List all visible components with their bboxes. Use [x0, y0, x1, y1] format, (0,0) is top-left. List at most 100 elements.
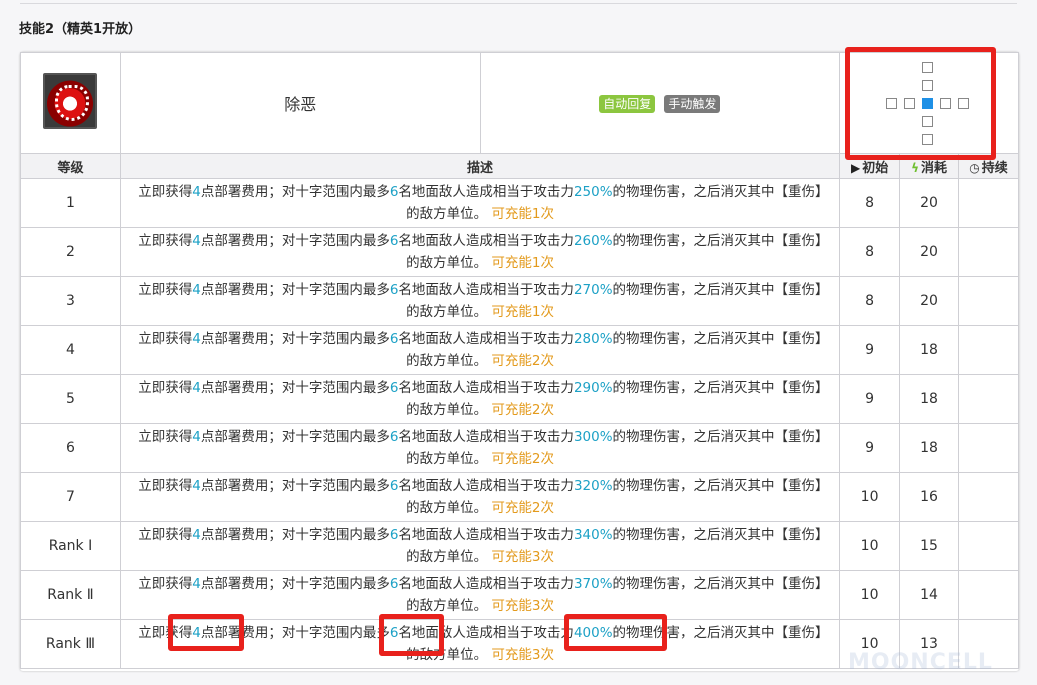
dp-value: 4 — [192, 331, 201, 347]
desc-text: 点部署费用；对十字范围内最多 — [200, 625, 390, 641]
desc-text: 点部署费用；对十字范围内最多 — [200, 527, 390, 543]
charge-prefix: 可充能 — [491, 549, 532, 565]
desc-text: 名地面敌人造成相当于攻击力 — [398, 184, 574, 200]
charge-prefix: 可充能 — [491, 255, 532, 271]
level-cell: 6 — [20, 423, 121, 473]
range-tile — [922, 134, 934, 145]
atk-percent: 260% — [573, 233, 613, 249]
charge-suffix: 次 — [540, 598, 554, 614]
desc-text: 点部署费用；对十字范围内最多 — [200, 576, 390, 592]
desc-text: 名地面敌人造成相当于攻击力 — [398, 478, 574, 494]
description-cell: 立即获得4点部署费用；对十字范围内最多6名地面敌人造成相当于攻击力320%的物理… — [119, 472, 841, 522]
sp-cost-cell: 20 — [899, 178, 959, 228]
level-cell: 1 — [20, 178, 121, 228]
table-row: 6 立即获得4点部署费用；对十字范围内最多6名地面敌人造成相当于攻击力300%的物… — [20, 423, 1019, 473]
description-cell: 立即获得4点部署费用；对十字范围内最多6名地面敌人造成相当于攻击力280%的物理… — [119, 325, 841, 375]
charge-prefix: 可充能 — [491, 500, 532, 516]
charge-suffix: 次 — [540, 500, 554, 516]
description-cell: 立即获得4点部署费用；对十字范围内最多6名地面敌人造成相当于攻击力370%的物理… — [119, 570, 841, 620]
skill-table: 除恶 自动回复 手动触发 等级 描述 ▶ 初始 ϟ 消耗 ◷ 持续 1 立即获得… — [20, 52, 1019, 669]
col-cost: ϟ 消耗 — [899, 153, 959, 179]
desc-text: 名地面敌人造成相当于攻击力 — [398, 380, 574, 396]
table-row: 7 立即获得4点部署费用；对十字范围内最多6名地面敌人造成相当于攻击力320%的物… — [20, 472, 1019, 522]
desc-text: 点部署费用；对十字范围内最多 — [200, 429, 390, 445]
charge-prefix: 可充能 — [491, 598, 532, 614]
table-row: 1 立即获得4点部署费用；对十字范围内最多6名地面敌人造成相当于攻击力250%的物… — [20, 178, 1019, 228]
play-icon: ▶ — [850, 160, 861, 175]
initial-sp-cell: 8 — [839, 227, 901, 277]
top-divider — [20, 0, 1017, 4]
description-cell: 立即获得4点部署费用；对十字范围内最多6名地面敌人造成相当于攻击力260%的物理… — [119, 227, 841, 277]
level-cell: Rank Ⅲ — [20, 619, 121, 669]
desc-text: 立即获得 — [138, 625, 193, 641]
desc-text: 立即获得 — [138, 527, 193, 543]
duration-cell — [958, 472, 1019, 522]
sp-cost-cell: 15 — [899, 521, 959, 571]
description-cell: 立即获得4点部署费用；对十字范围内最多6名地面敌人造成相当于攻击力400%的物理… — [119, 619, 841, 669]
desc-text: 点部署费用；对十字范围内最多 — [200, 331, 390, 347]
charge-prefix: 可充能 — [491, 647, 532, 663]
desc-text: 名地面敌人造成相当于攻击力 — [398, 233, 574, 249]
description-cell: 立即获得4点部署费用；对十字范围内最多6名地面敌人造成相当于攻击力300%的物理… — [119, 423, 841, 473]
duration-cell — [958, 227, 1019, 277]
tag-manual-trigger: 手动触发 — [664, 95, 721, 113]
col-initial: ▶ 初始 — [839, 153, 901, 179]
dp-value: 4 — [192, 625, 201, 641]
duration-cell — [958, 276, 1019, 326]
skill-icon — [43, 73, 98, 129]
skill-header-row: 除恶 自动回复 手动触发 — [20, 52, 1019, 154]
dp-value: 4 — [192, 527, 201, 543]
level-cell: Rank Ⅱ — [20, 570, 121, 620]
skill-name-cell: 除恶 — [119, 52, 481, 154]
atk-percent: 340% — [573, 527, 613, 543]
level-cell: 7 — [20, 472, 121, 522]
duration-cell — [958, 178, 1019, 228]
desc-text: 名地面敌人造成相当于攻击力 — [398, 282, 574, 298]
desc-text: 点部署费用；对十字范围内最多 — [200, 282, 390, 298]
desc-text: 立即获得 — [138, 429, 193, 445]
duration-cell — [958, 570, 1019, 620]
col-description: 描述 — [119, 153, 841, 179]
range-tile — [922, 80, 934, 91]
desc-text: 名地面敌人造成相当于攻击力 — [398, 527, 574, 543]
dp-value: 4 — [192, 576, 201, 592]
desc-text: 名地面敌人造成相当于攻击力 — [398, 331, 574, 347]
sp-cost-cell: 20 — [899, 227, 959, 277]
clock-icon: ◷ — [969, 160, 980, 175]
atk-percent: 320% — [573, 478, 613, 494]
tag-auto-recovery: 自动回复 — [599, 95, 656, 113]
sp-cost-cell: 18 — [899, 423, 959, 473]
charge-prefix: 可充能 — [491, 402, 532, 418]
charge-suffix: 次 — [540, 549, 554, 565]
level-cell: 5 — [20, 374, 121, 424]
charge-suffix: 次 — [540, 402, 554, 418]
range-tile — [922, 116, 934, 127]
desc-text: 立即获得 — [138, 331, 193, 347]
dp-value: 4 — [192, 478, 201, 494]
charge-prefix: 可充能 — [491, 206, 532, 222]
table-row: 5 立即获得4点部署费用；对十字范围内最多6名地面敌人造成相当于攻击力290%的物… — [20, 374, 1019, 424]
description-cell: 立即获得4点部署费用；对十字范围内最多6名地面敌人造成相当于攻击力270%的物理… — [119, 276, 841, 326]
duration-cell — [958, 423, 1019, 473]
sp-cost-cell: 20 — [899, 276, 959, 326]
col-cost-label: 消耗 — [920, 160, 947, 176]
initial-sp-cell: 9 — [839, 374, 901, 424]
charge-prefix: 可充能 — [491, 304, 532, 320]
desc-text: 立即获得 — [138, 184, 193, 200]
table-row: Rank Ⅱ 立即获得4点部署费用；对十字范围内最多6名地面敌人造成相当于攻击力3… — [20, 570, 1019, 620]
charge-suffix: 次 — [540, 255, 554, 271]
charge-suffix: 次 — [540, 353, 554, 369]
col-initial-label: 初始 — [862, 160, 889, 176]
desc-text: 立即获得 — [138, 233, 193, 249]
skill-name: 除恶 — [284, 95, 317, 114]
level-cell: 4 — [20, 325, 121, 375]
desc-text: 立即获得 — [138, 380, 193, 396]
range-tile — [922, 62, 934, 73]
attack-range-cell — [839, 52, 1019, 154]
watermark: MOONCELL — [848, 650, 993, 675]
sp-cost-cell: 14 — [899, 570, 959, 620]
desc-text: 立即获得 — [138, 478, 193, 494]
dp-value: 4 — [192, 429, 201, 445]
column-header-row: 等级 描述 ▶ 初始 ϟ 消耗 ◷ 持续 — [20, 153, 1019, 179]
col-duration: ◷ 持续 — [958, 153, 1019, 179]
